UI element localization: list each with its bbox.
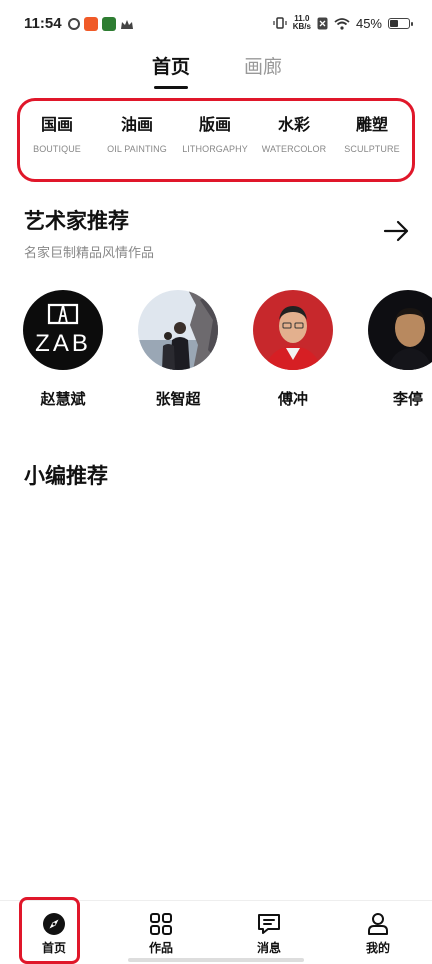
category-label-zh: 国画 bbox=[40, 115, 73, 134]
wifi-icon bbox=[334, 17, 350, 30]
nav-label: 消息 bbox=[256, 941, 281, 955]
nav-item-messages[interactable]: 消息 bbox=[239, 911, 299, 956]
grid-icon bbox=[150, 913, 172, 935]
artist-carousel[interactable]: ZAB 赵慧斌 张智超 傅冲 李停 bbox=[0, 290, 432, 420]
sim-icon bbox=[317, 17, 328, 29]
category-label-en: BOUTIQUE bbox=[33, 144, 81, 154]
category-strip: 国画 BOUTIQUE 油画 OIL PAINTING 版画 LITHORGAP… bbox=[17, 98, 415, 182]
message-icon bbox=[258, 914, 280, 934]
artist-photo bbox=[368, 290, 432, 370]
network-speed: 11.0 KB/s bbox=[293, 15, 311, 31]
top-tabs: 首页 画廊 bbox=[0, 50, 432, 94]
editor-section-title: 小编推荐 bbox=[24, 463, 108, 488]
artist-photo bbox=[138, 290, 218, 370]
logo-text: ZAB bbox=[35, 330, 91, 357]
category-item-watercolor[interactable]: 水彩 WATERCOLOR bbox=[254, 111, 334, 154]
home-indicator bbox=[128, 958, 304, 962]
artist-name: 张智超 bbox=[155, 390, 201, 408]
battery-percent: 45% bbox=[355, 15, 382, 31]
battery-icon bbox=[388, 17, 413, 29]
vibrate-icon bbox=[273, 17, 287, 29]
category-item-boutique[interactable]: 国画 BOUTIQUE bbox=[17, 111, 97, 154]
category-label-en: WATERCOLOR bbox=[261, 144, 327, 154]
app-notification-icon bbox=[84, 17, 98, 31]
category-label-zh: 雕塑 bbox=[355, 115, 388, 134]
artist-card[interactable]: 张智超 bbox=[137, 290, 219, 409]
notification-icons bbox=[68, 17, 134, 31]
artist-card[interactable]: 傅冲 bbox=[252, 290, 334, 409]
nav-item-profile[interactable]: 我的 bbox=[348, 911, 408, 956]
user-icon bbox=[368, 913, 388, 935]
category-label-en: LITHORGAPHY bbox=[182, 144, 248, 154]
artist-section-title: 艺术家推荐 bbox=[24, 208, 129, 233]
status-time: 11:54 bbox=[24, 15, 62, 32]
crown-icon bbox=[120, 17, 134, 31]
tab-home[interactable]: 首页 bbox=[152, 52, 190, 79]
active-tab-indicator bbox=[154, 86, 188, 89]
nav-item-works[interactable]: 作品 bbox=[131, 911, 191, 956]
network-speed-unit: KB/s bbox=[292, 22, 311, 31]
avatar bbox=[138, 290, 218, 370]
game-notification-icon bbox=[102, 17, 116, 31]
category-label-zh: 油画 bbox=[120, 115, 153, 134]
nav-label: 作品 bbox=[148, 941, 173, 955]
category-item-oil-painting[interactable]: 油画 OIL PAINTING bbox=[97, 111, 177, 154]
tab-gallery[interactable]: 画廊 bbox=[244, 52, 282, 79]
avatar: ZAB bbox=[23, 290, 103, 370]
artist-card[interactable]: ZAB 赵慧斌 bbox=[22, 290, 104, 409]
avatar bbox=[253, 290, 333, 370]
category-label-zh: 水彩 bbox=[277, 115, 310, 134]
home-nav-highlight bbox=[19, 897, 80, 964]
artist-name: 李停 bbox=[392, 390, 423, 408]
artist-photo bbox=[253, 290, 333, 370]
category-label-en: SCULPTURE bbox=[344, 144, 400, 154]
nav-label: 我的 bbox=[365, 941, 390, 955]
category-label-zh: 版画 bbox=[198, 115, 231, 134]
artist-name: 傅冲 bbox=[277, 390, 308, 408]
avatar bbox=[368, 290, 432, 370]
artist-name: 赵慧斌 bbox=[40, 390, 86, 408]
status-bar: 11:54 11.0 KB/s 45% bbox=[0, 0, 432, 50]
category-label-en: OIL PAINTING bbox=[107, 144, 167, 154]
sync-icon bbox=[68, 18, 80, 30]
arrow-right-icon[interactable] bbox=[383, 219, 411, 243]
category-item-sculpture[interactable]: 雕塑 SCULPTURE bbox=[332, 111, 412, 154]
category-item-lithography[interactable]: 版画 LITHORGAPHY bbox=[175, 111, 255, 154]
artist-card[interactable]: 李停 bbox=[367, 290, 432, 409]
status-right: 11.0 KB/s 45% bbox=[273, 15, 413, 31]
artist-section-subtitle: 名家巨制精品风情作品 bbox=[24, 246, 155, 261]
